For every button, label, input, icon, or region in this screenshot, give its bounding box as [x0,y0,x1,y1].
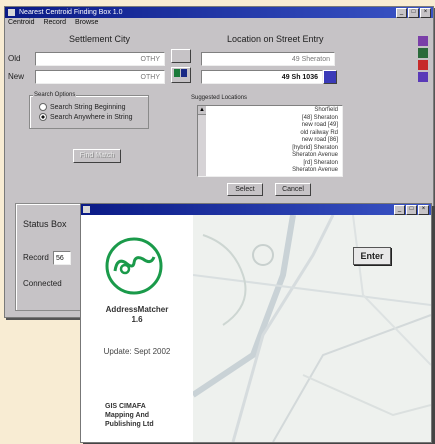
search-options-title: Search Options [33,92,77,98]
minimize-icon[interactable]: _ [396,8,407,18]
suggested-locations-list[interactable]: ▲ Shorfield [48] Sheraton new road [49] old… [197,105,343,177]
flag-icon [174,69,187,77]
splash-close-icon[interactable]: × [418,205,429,215]
maximize-icon[interactable]: □ [408,8,419,18]
enter-button[interactable]: Enter [353,247,391,265]
menu-centroid[interactable]: Centroid [8,18,34,28]
menu-browse[interactable]: Browse [75,18,98,28]
old-label: Old [8,54,21,63]
list-item[interactable]: old railway Rd [206,130,342,138]
new-label: New [8,72,25,81]
tool-icon-3[interactable] [418,60,428,70]
splash-minimize-icon[interactable]: _ [394,205,405,215]
radio-selected-icon [39,113,47,121]
list-item[interactable]: Sheraton Avenue [206,167,342,175]
side-toolbar [418,36,430,84]
record-field[interactable]: 56 [53,251,71,265]
tool-icon-1[interactable] [418,36,428,46]
connected-label: Connected [23,279,62,288]
transfer-new-button[interactable] [171,67,191,83]
menu-record[interactable]: Record [43,18,66,28]
splash-map-background: Enter [191,214,431,442]
suggested-title: Suggested Locations [191,95,248,101]
close-icon[interactable]: × [420,8,431,18]
address-matcher-logo-icon [105,237,163,295]
search-options-group [29,95,149,129]
list-item[interactable]: new road [49] [206,122,342,130]
radio-icon [39,103,47,111]
list-item[interactable]: [rd] Sheraton [206,160,342,168]
splash-maximize-icon[interactable]: □ [406,205,417,215]
radio-search-anywhere[interactable]: Search Anywhere in String [39,113,133,121]
settlement-header: Settlement City [69,34,131,44]
list-item[interactable]: Sheraton Avenue [206,152,342,160]
map-image [191,214,431,442]
list-item[interactable]: new road [86] [206,137,342,145]
splash-info-panel: AddressMatcher 1.6 Update: Sept 2002 GIS… [81,215,193,442]
company-line-2: Mapping And [105,412,150,419]
update-text: Update: Sept 2002 [103,347,171,356]
main-window-title: Nearest Centroid Finding Box 1.0 [19,9,123,16]
old-location-field[interactable]: 49 Sheraton [201,52,335,66]
app-version: 1.6 [131,315,143,324]
splash-window: _ □ × AddressMatcher 1.6 Update: Sept 20… [80,203,432,443]
cancel-button[interactable]: Cancel [275,183,311,196]
new-location-field[interactable]: 49 Sh 1036 [201,70,323,84]
list-item[interactable]: [hybrid] Sheraton [206,145,342,153]
list-item[interactable]: Shorfield [206,107,342,115]
new-settlement-field[interactable]: OTHY [35,70,165,84]
tool-icon-2[interactable] [418,48,428,58]
select-button[interactable]: Select [227,183,263,196]
find-match-button[interactable]: Find Match [73,149,121,163]
transfer-old-button[interactable] [171,49,191,63]
radio-search-beginning[interactable]: Search String Beginning [39,103,126,111]
old-settlement-field[interactable]: OTHY [35,52,165,66]
scroll-up-icon[interactable]: ▲ [198,106,206,115]
splash-titlebar: _ □ × [81,204,431,215]
location-lookup-button[interactable] [323,70,337,84]
main-titlebar: Nearest Centroid Finding Box 1.0 _ □ × [5,7,433,18]
splash-app-icon [83,206,90,213]
list-scrollbar[interactable]: ▲ [198,106,206,176]
status-label: Status Box [23,219,67,229]
record-label: Record [23,253,49,262]
location-header: Location on Street Entry [227,34,324,44]
company-line-3: Publishing Ltd [105,421,154,428]
company-line-1: GIS CIMAFA [105,403,146,410]
tool-icon-4[interactable] [418,72,428,82]
app-name: AddressMatcher [105,305,169,314]
list-item[interactable]: [48] Sheraton [206,115,342,123]
menubar: Centroid Record Browse [5,18,433,28]
app-icon [8,9,15,16]
